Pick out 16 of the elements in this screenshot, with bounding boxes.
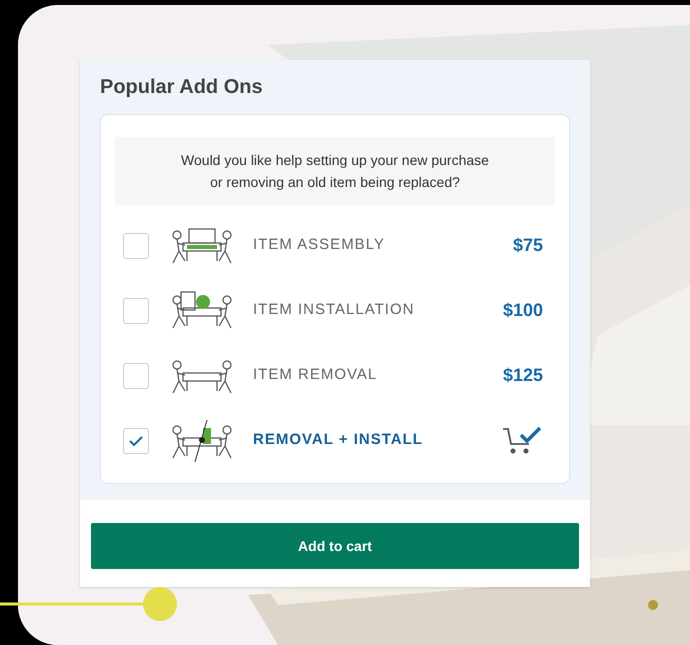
option-label: ITEM ASSEMBLY [253,235,386,256]
question-text: Would you like help setting up your new purchase or removing an old item being replaced? [115,137,555,205]
option-label: ITEM INSTALLATION [253,300,416,320]
add-to-cart-button[interactable]: Add to cart [91,523,579,569]
checkbox[interactable] [123,428,149,454]
price: $125 [502,364,543,387]
option-label: ITEM REMOVAL [253,365,378,386]
cart-check-icon [501,426,543,456]
checkbox[interactable] [123,362,149,388]
card-title: Popular Add Ons [100,75,264,100]
price: $100 [502,299,543,322]
check-icon [128,434,144,446]
checkbox[interactable] [123,232,149,258]
checkbox[interactable] [123,298,149,324]
price: $75 [512,234,543,257]
option-label: REMOVAL + INSTALL [253,430,424,450]
